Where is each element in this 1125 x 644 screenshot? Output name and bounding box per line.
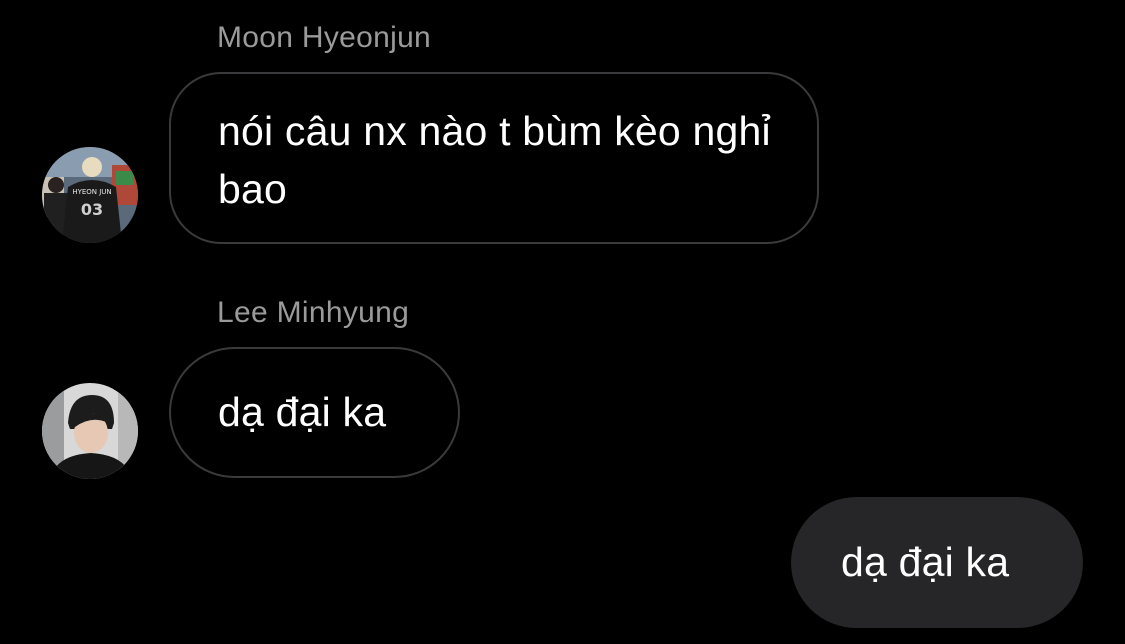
message-text: dạ đại ka <box>841 539 1010 585</box>
message-text: dạ đại ka <box>218 389 387 435</box>
avatar-photo <box>42 383 138 479</box>
avatar-photo: HYEON JUN 03 <box>42 147 138 243</box>
jersey-name: HYEON JUN <box>72 188 111 196</box>
message-text: nói câu nx nào t bùm kèo nghỉ bao <box>218 108 771 212</box>
incoming-message-bubble[interactable]: nói câu nx nào t bùm kèo nghỉ bao <box>169 72 819 244</box>
outgoing-message-bubble[interactable]: dạ đại ka <box>791 497 1083 628</box>
jersey-number: 03 <box>81 200 103 219</box>
avatar[interactable]: HYEON JUN 03 <box>42 147 138 243</box>
sender-name: Moon Hyeonjun <box>217 21 432 54</box>
incoming-message-bubble[interactable]: dạ đại ka <box>169 347 460 478</box>
sender-name: Lee Minhyung <box>217 296 410 329</box>
avatar[interactable] <box>42 383 138 479</box>
